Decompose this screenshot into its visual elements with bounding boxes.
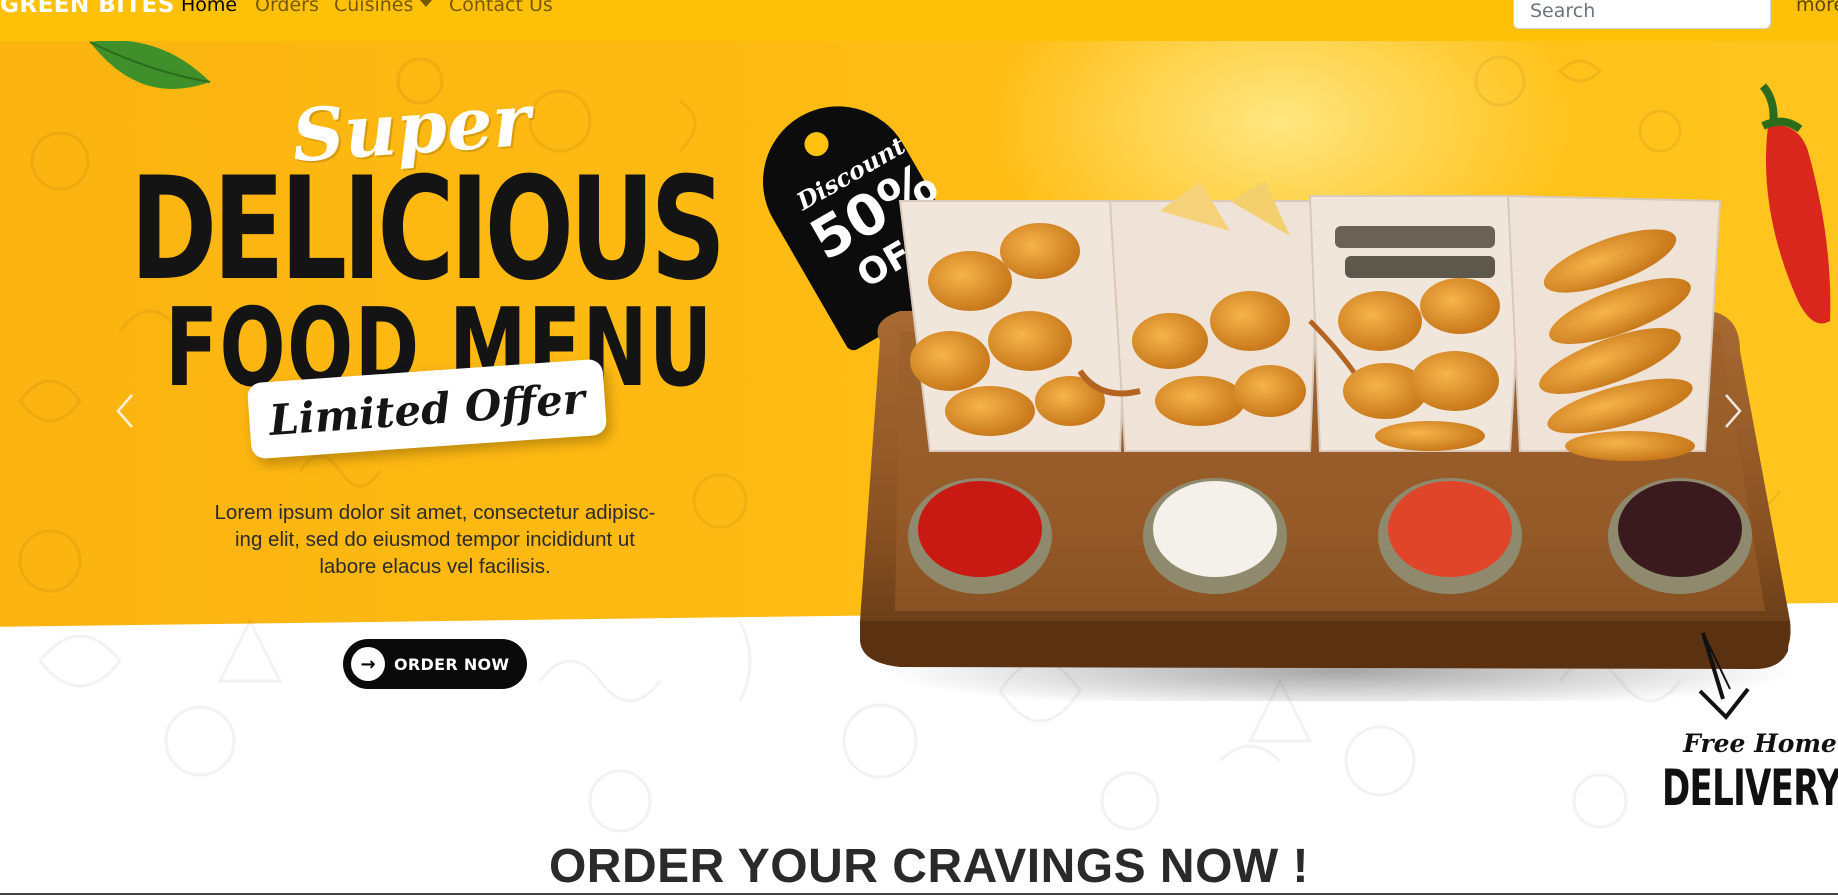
- caret-down-icon: [420, 0, 433, 7]
- hero-description-line: Lorem ipsum dolor sit amet, consectetur …: [214, 501, 656, 524]
- arrow-right-icon: →: [351, 647, 385, 681]
- hero-delicious-title: DELICIOUS: [130, 147, 726, 312]
- free-home-text: Free Home: [1683, 729, 1837, 758]
- nav-orders[interactable]: Orders: [255, 0, 319, 16]
- carousel-next-button[interactable]: [1713, 386, 1753, 436]
- hero-description-line: ing elit, sed do eiusmod tempor incididu…: [235, 528, 635, 551]
- nav-contact-us[interactable]: Contact Us: [449, 0, 553, 16]
- carousel-prev-button[interactable]: [105, 386, 145, 436]
- hero-carousel: Super DELICIOUS FOOD MENU Limited Offer …: [0, 41, 1838, 838]
- nav-home[interactable]: Home: [181, 0, 237, 16]
- chevron-left-icon: [116, 394, 133, 428]
- nav-more[interactable]: more: [1796, 0, 1838, 16]
- order-now-label: ORDER NOW: [394, 654, 510, 674]
- search-input[interactable]: [1513, 0, 1771, 29]
- hero-description-line: labore elacus vel facilisis.: [319, 555, 551, 578]
- brand-logo[interactable]: GREEN BITES: [0, 0, 175, 18]
- chevron-right-icon: [1725, 394, 1742, 428]
- food-board-image: [860, 181, 1800, 701]
- leaf-decoration: [89, 41, 211, 89]
- delivery-text: DELIVERY: [1662, 759, 1838, 817]
- nav-cuisines-dropdown[interactable]: Cuisines: [334, 0, 433, 16]
- hero-description: Lorem ipsum dolor sit amet, consectetur …: [150, 499, 720, 580]
- hand-drawn-arrow-icon: [1698, 632, 1750, 721]
- section-heading: ORDER YOUR CRAVINGS NOW !: [548, 840, 1310, 893]
- order-now-button[interactable]: → ORDER NOW: [343, 639, 527, 689]
- navbar: GREEN BITES Home Orders Cuisines Contact…: [0, 0, 1838, 41]
- nav-cuisines-label: Cuisines: [334, 0, 414, 16]
